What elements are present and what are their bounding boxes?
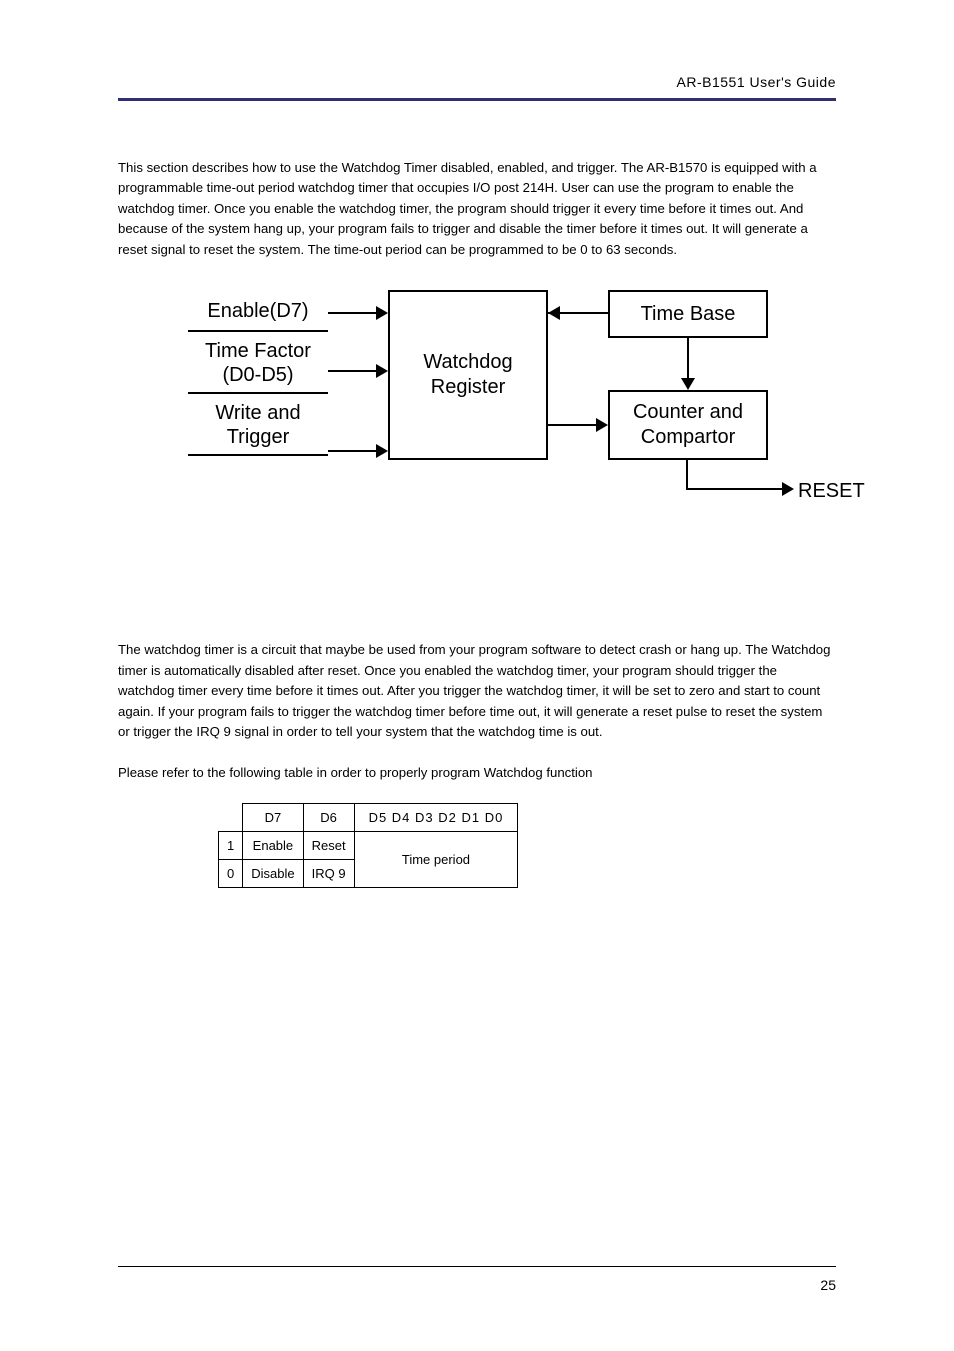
page-number: 25 <box>820 1277 836 1293</box>
cell-r2-d6: IRQ 9 <box>303 859 354 887</box>
label-time-base: Time Base <box>641 302 736 327</box>
table-row: 1 Enable Reset Time period <box>219 831 518 859</box>
header-rule <box>118 98 836 101</box>
label-write-trigger-2: Trigger <box>188 424 328 450</box>
page: AR-B1551 User's Guide This section descr… <box>0 0 954 1351</box>
paragraph-1: This section describes how to use the Wa… <box>118 158 836 260</box>
arrow-line-writetrigger <box>328 450 380 452</box>
arrow-line-enable <box>328 312 380 314</box>
label-write-trigger-1: Write and <box>188 400 328 426</box>
th-d5-d0: D5 D4 D3 D2 D1 D0 <box>354 803 518 831</box>
arrow-head-writetrigger <box>376 444 388 458</box>
cell-time-period: Time period <box>354 831 518 887</box>
arrow-line-timefactor <box>328 370 380 372</box>
line-tb-counter <box>687 338 689 380</box>
arrow-head-timefactor <box>376 364 388 378</box>
label-reset: RESET <box>798 478 878 504</box>
watchdog-diagram: Enable(D7) Time Factor (D0-D5) Write and… <box>118 290 838 550</box>
content-area: This section describes how to use the Wa… <box>118 158 836 888</box>
paragraph-2: The watchdog timer is a circuit that may… <box>118 640 836 742</box>
box-time-base: Time Base <box>608 290 768 338</box>
separator-2 <box>188 392 328 394</box>
separator-1 <box>188 330 328 332</box>
line-counter-down <box>686 460 688 490</box>
label-watchdog-2: Register <box>431 375 505 400</box>
label-time-factor-1: Time Factor <box>188 338 328 364</box>
arrow-head-reset <box>782 482 794 496</box>
cell-r2-key: 0 <box>219 859 243 887</box>
line-wd-counter <box>548 424 600 426</box>
label-counter-2: Compartor <box>641 425 735 450</box>
arrow-head-tb-to-wd <box>548 306 560 320</box>
label-counter-1: Counter and <box>633 400 743 425</box>
box-counter-compartor: Counter and Compartor <box>608 390 768 460</box>
cell-r2-d7: Disable <box>243 859 303 887</box>
label-enable-d7: Enable(D7) <box>188 298 328 324</box>
line-reset <box>686 488 786 490</box>
cell-r1-key: 1 <box>219 831 243 859</box>
separator-3 <box>188 454 328 456</box>
label-time-factor-2: (D0-D5) <box>188 362 328 388</box>
th-d7: D7 <box>243 803 303 831</box>
arrow-head-tb-to-counter <box>681 378 695 390</box>
table-header-row: D7 D6 D5 D4 D3 D2 D1 D0 <box>219 803 518 831</box>
th-d6: D6 <box>303 803 354 831</box>
bits-table: D7 D6 D5 D4 D3 D2 D1 D0 1 Enable Reset T… <box>218 803 518 888</box>
cell-r1-d7: Enable <box>243 831 303 859</box>
label-watchdog-1: Watchdog <box>423 350 512 375</box>
arrow-head-enable <box>376 306 388 320</box>
footer-rule <box>118 1266 836 1267</box>
header-title: AR-B1551 User's Guide <box>677 74 836 90</box>
cell-r1-d6: Reset <box>303 831 354 859</box>
paragraph-3: Please refer to the following table in o… <box>118 763 836 783</box>
box-watchdog-register: Watchdog Register <box>388 290 548 460</box>
arrow-head-wd-to-counter <box>596 418 608 432</box>
